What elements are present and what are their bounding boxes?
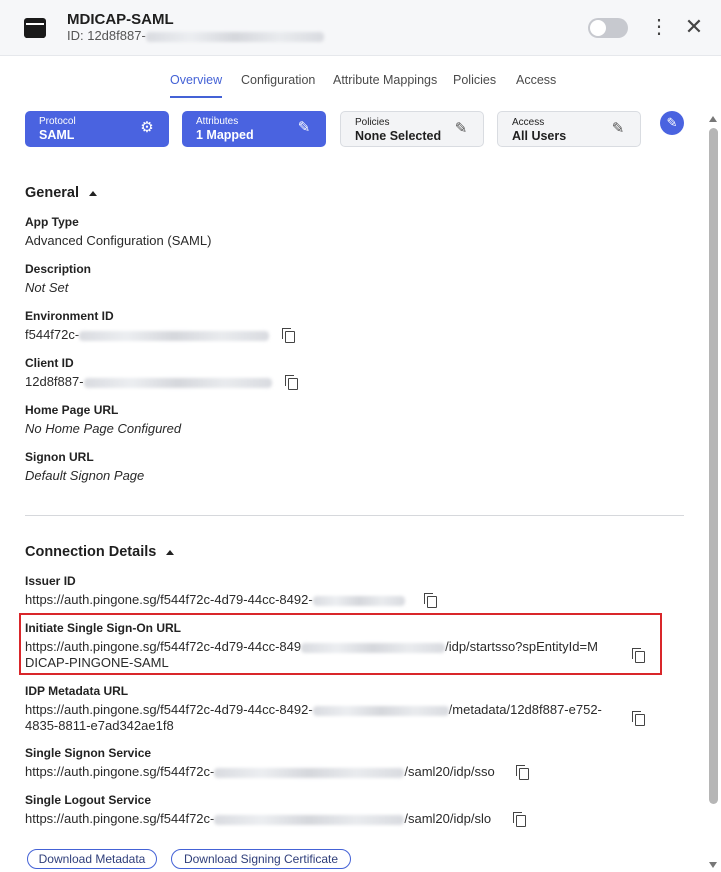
initiate-sso-url-value: https://auth.pingone.sg/f544f72c-4d79-44… <box>25 639 625 654</box>
card-value: 1 Mapped <box>196 128 254 142</box>
redacted-block <box>83 377 272 388</box>
sso-url-suffix: /saml20/idp/sso <box>404 764 495 779</box>
single-logout-service-value: https://auth.pingone.sg/f544f72c- /saml20… <box>25 811 491 826</box>
attributes-card[interactable]: Attributes 1 Mapped ✎ <box>182 111 326 147</box>
copy-icon[interactable] <box>282 328 295 343</box>
idp-metadata-url-line2: 4835-8811-e7ad342ae1f8 <box>25 718 174 733</box>
tab-access[interactable]: Access <box>516 73 556 87</box>
idp-metadata-url-label: IDP Metadata URL <box>25 684 129 698</box>
card-label: Protocol <box>39 116 76 127</box>
single-logout-service-label: Single Logout Service <box>25 793 152 807</box>
access-card[interactable]: Access All Users ✎ <box>497 111 641 147</box>
single-signon-service-value: https://auth.pingone.sg/f544f72c- /saml20… <box>25 764 495 779</box>
app-id: ID: 12d8f887- <box>67 28 324 43</box>
general-section-header[interactable]: General <box>25 185 97 201</box>
signon-url-label: Signon URL <box>25 450 94 464</box>
card-label: Attributes <box>196 116 239 127</box>
pencil-icon[interactable]: ✎ <box>608 119 628 139</box>
collapse-caret-icon[interactable] <box>166 549 175 555</box>
card-label: Policies <box>355 117 390 128</box>
edit-app-button[interactable]: ✎ <box>660 111 684 135</box>
redacted-block <box>214 767 405 778</box>
slo-url-text: https://auth.pingone.sg/f544f72c- <box>25 811 215 826</box>
copy-icon[interactable] <box>632 711 645 726</box>
card-label: Access <box>512 117 545 128</box>
redacted-block <box>312 595 405 606</box>
close-icon[interactable]: ✕ <box>683 16 705 40</box>
signon-url-value: Default Signon Page <box>25 468 145 483</box>
policies-card[interactable]: Policies None Selected ✎ <box>340 111 484 147</box>
tab-attribute-mappings[interactable]: Attribute Mappings <box>333 73 437 87</box>
redacted-block <box>301 642 446 653</box>
initiate-sso-url-line2: DICAP-PINGONE-SAML <box>25 655 169 670</box>
idp-metadata-url-suffix: /metadata/12d8f887-e752- <box>448 702 602 717</box>
sso-url-text: https://auth.pingone.sg/f544f72c- <box>25 764 215 779</box>
issuer-id-value: https://auth.pingone.sg/f544f72c-4d79-44… <box>25 592 405 607</box>
pencil-icon[interactable]: ✎ <box>294 118 314 138</box>
copy-icon[interactable] <box>516 765 529 780</box>
section-divider <box>25 515 684 516</box>
tab-overview[interactable]: Overview <box>170 73 223 98</box>
copy-icon[interactable] <box>424 593 437 608</box>
kebab-icon[interactable]: ⋮ <box>649 16 669 40</box>
pencil-icon[interactable]: ✎ <box>451 119 471 139</box>
tab-configuration[interactable]: Configuration <box>241 73 315 87</box>
section-title: Connection Details <box>25 544 157 560</box>
section-title: General <box>25 185 79 201</box>
environment-id-value: f544f72c- <box>25 327 270 342</box>
client-id-label: Client ID <box>25 356 74 370</box>
description-label: Description <box>25 262 92 276</box>
initiate-sso-url-text: https://auth.pingone.sg/f544f72c-4d79-44… <box>25 639 302 654</box>
idp-metadata-url-text: https://auth.pingone.sg/f544f72c-4d79-44… <box>25 702 313 717</box>
app-window-icon <box>24 18 46 38</box>
pencil-icon: ✎ <box>666 115 678 130</box>
app-header: MDICAP-SAML ID: 12d8f887- ⋮ ✕ <box>0 0 721 56</box>
idp-metadata-url-value: https://auth.pingone.sg/f544f72c-4d79-44… <box>25 702 602 717</box>
environment-id-text: f544f72c- <box>25 327 80 342</box>
initiate-sso-url-suffix: /idp/startsso?spEntityId=M <box>445 639 598 654</box>
app-type-value: Advanced Configuration (SAML) <box>25 233 212 248</box>
collapse-caret-icon[interactable] <box>89 190 97 196</box>
tab-policies[interactable]: Policies <box>453 73 496 87</box>
client-id-value: 12d8f887- <box>25 374 272 389</box>
copy-icon[interactable] <box>513 812 526 827</box>
copy-icon[interactable] <box>285 375 298 390</box>
app-title: MDICAP-SAML <box>67 11 174 28</box>
card-value: All Users <box>512 129 567 143</box>
scroll-down-arrow-icon[interactable] <box>709 862 717 868</box>
card-value: SAML <box>39 128 75 142</box>
connection-details-header[interactable]: Connection Details <box>25 544 175 560</box>
scrollbar-thumb[interactable] <box>709 128 718 804</box>
redacted-block <box>312 705 449 716</box>
card-value: None Selected <box>355 129 442 143</box>
tab-bar: Overview Configuration Attribute Mapping… <box>0 56 721 100</box>
issuer-id-text: https://auth.pingone.sg/f544f72c-4d79-44… <box>25 592 313 607</box>
home-page-url-label: Home Page URL <box>25 403 119 417</box>
home-page-url-value: No Home Page Configured <box>25 421 182 436</box>
enable-toggle[interactable] <box>588 18 628 38</box>
issuer-id-label: Issuer ID <box>25 574 76 588</box>
scroll-up-arrow-icon[interactable] <box>709 116 717 122</box>
protocol-card[interactable]: Protocol SAML ⚙ <box>25 111 169 147</box>
client-id-text: 12d8f887- <box>25 374 84 389</box>
single-signon-service-label: Single Signon Service <box>25 746 152 760</box>
redacted-block <box>214 814 405 825</box>
environment-id-label: Environment ID <box>25 309 114 323</box>
redacted-block <box>145 31 324 42</box>
initiate-sso-url-label: Initiate Single Sign-On URL <box>25 621 181 635</box>
app-id-text: ID: 12d8f887- <box>67 28 146 43</box>
app-type-label: App Type <box>25 215 79 229</box>
gears-icon[interactable]: ⚙ <box>137 118 157 138</box>
download-metadata-button[interactable]: Download Metadata <box>27 849 157 869</box>
redacted-block <box>79 330 270 341</box>
copy-icon[interactable] <box>632 648 645 663</box>
slo-url-suffix: /saml20/idp/slo <box>404 811 492 826</box>
description-value: Not Set <box>25 280 69 295</box>
download-signing-certificate-button[interactable]: Download Signing Certificate <box>171 849 351 869</box>
